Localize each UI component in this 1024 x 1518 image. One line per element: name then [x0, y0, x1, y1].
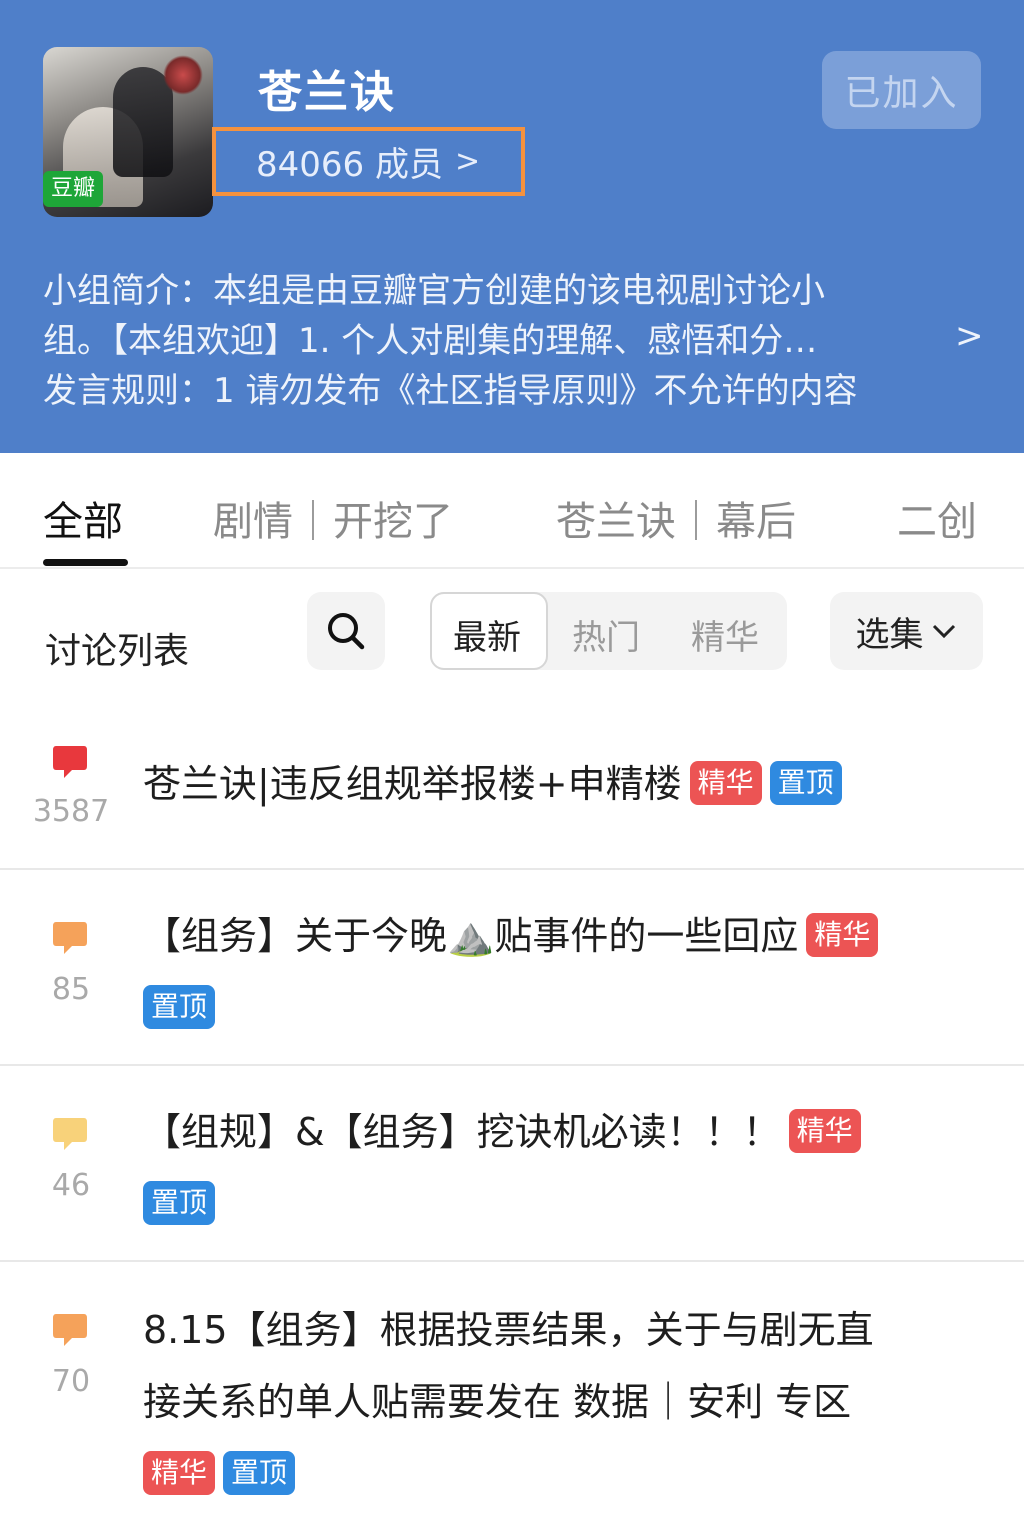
- tab-fan-creations[interactable]: 二创: [897, 489, 977, 547]
- joined-button[interactable]: 已加入: [822, 51, 981, 129]
- comment-count: 46: [51, 1168, 91, 1203]
- post-title-text: 【组务】关于今晚⛰️贴事件的一些回应: [143, 914, 799, 958]
- intro-line-1: 小组简介：本组是由豆瓣官方创建的该电视剧讨论小: [43, 271, 825, 311]
- search-button[interactable]: [307, 592, 385, 670]
- group-header: 豆瓣 苍兰诀 84066 成员 > 已加入 小组简介：本组是由豆瓣官方创建的该电…: [0, 0, 1024, 453]
- comment-count: 70: [51, 1364, 91, 1399]
- group-title: 苍兰诀: [258, 67, 396, 118]
- group-intro[interactable]: 小组简介：本组是由豆瓣官方创建的该电视剧讨论小 组。【本组欢迎】1. 个人对剧集…: [43, 266, 913, 416]
- sort-segmented-control: 最新 热门 精华: [430, 592, 787, 670]
- post-item[interactable]: 85 【组务】关于今晚⛰️贴事件的一些回应 精华置顶: [0, 870, 1024, 1066]
- post-title: 【组规】&【组务】挖诀机必读！！！ 精华置顶: [143, 1096, 973, 1240]
- post-title-text-line-1: 8.15【组务】根据投票结果，关于与剧无直: [143, 1308, 874, 1352]
- featured-tag: 精华: [788, 1108, 861, 1153]
- tab-all[interactable]: 全部: [43, 489, 123, 547]
- featured-tag: 精华: [806, 912, 879, 957]
- post-title-text: 【组规】&【组务】挖诀机必读！！！: [143, 1110, 781, 1154]
- post-title: 苍兰诀|违反组规举报楼+申精楼 精华 置顶: [143, 748, 973, 820]
- post-title: 【组务】关于今晚⛰️贴事件的一些回应 精华置顶: [143, 900, 973, 1044]
- comment-bubble-icon: [53, 922, 87, 954]
- intro-line-2: 组。【本组欢迎】1. 个人对剧集的理解、感悟和分…: [43, 321, 818, 361]
- active-tab-indicator: [43, 559, 128, 566]
- pinned-tag: 置顶: [223, 1450, 296, 1495]
- sort-featured[interactable]: 精华: [691, 610, 759, 659]
- rules-line: 发言规则：1 请勿发布《社区指导原则》不允许的内容: [43, 371, 858, 411]
- tab-behind-scenes[interactable]: 苍兰诀｜幕后: [556, 489, 796, 547]
- comment-count: 3587: [32, 794, 110, 829]
- sort-hot[interactable]: 热门: [572, 610, 640, 659]
- filter-row: 讨论列表 最新 热门 精华 选集: [0, 570, 1024, 700]
- search-icon: [328, 613, 365, 650]
- episode-select-button[interactable]: 选集: [830, 592, 983, 670]
- member-count-link[interactable]: 84066 成员 >: [212, 127, 525, 196]
- comment-count: 85: [51, 972, 91, 1007]
- comment-bubble-icon: [53, 1314, 87, 1346]
- category-tabs: 全部 剧情｜开挖了 苍兰诀｜幕后 二创: [0, 453, 1024, 569]
- intro-chevron-right-icon[interactable]: >: [955, 316, 984, 356]
- douban-badge: 豆瓣: [43, 171, 103, 207]
- sort-latest[interactable]: 最新: [453, 610, 521, 659]
- comment-bubble-icon: [53, 746, 87, 778]
- pinned-tag: 置顶: [143, 1180, 216, 1225]
- episode-label: 选集: [855, 614, 924, 655]
- post-title-text-line-2: 接关系的单人贴需要发在 数据｜安利 专区: [143, 1380, 852, 1424]
- chevron-right-icon: >: [454, 144, 481, 179]
- tab-plot[interactable]: 剧情｜开挖了: [213, 489, 453, 547]
- discussion-list-label: 讨论列表: [45, 631, 190, 672]
- comment-bubble-icon: [53, 1118, 87, 1150]
- post-title: 8.15【组务】根据投票结果，关于与剧无直 接关系的单人贴需要发在 数据｜安利 …: [143, 1294, 973, 1510]
- chevron-down-icon: [932, 624, 955, 639]
- group-cover-image[interactable]: 豆瓣: [43, 47, 213, 217]
- pinned-tag: 置顶: [769, 760, 842, 805]
- pinned-tag: 置顶: [143, 984, 216, 1029]
- post-title-text: 苍兰诀|违反组规举报楼+申精楼: [143, 762, 682, 806]
- featured-tag: 精华: [143, 1450, 216, 1495]
- cover-flower-decoration: [163, 55, 203, 95]
- post-item[interactable]: 46 【组规】&【组务】挖诀机必读！！！ 精华置顶: [0, 1066, 1024, 1262]
- post-item[interactable]: 3587 苍兰诀|违反组规举报楼+申精楼 精华 置顶: [0, 700, 1024, 870]
- post-item[interactable]: 70 8.15【组务】根据投票结果，关于与剧无直 接关系的单人贴需要发在 数据｜…: [0, 1262, 1024, 1518]
- member-count: 84066 成员: [256, 145, 443, 185]
- featured-tag: 精华: [689, 760, 762, 805]
